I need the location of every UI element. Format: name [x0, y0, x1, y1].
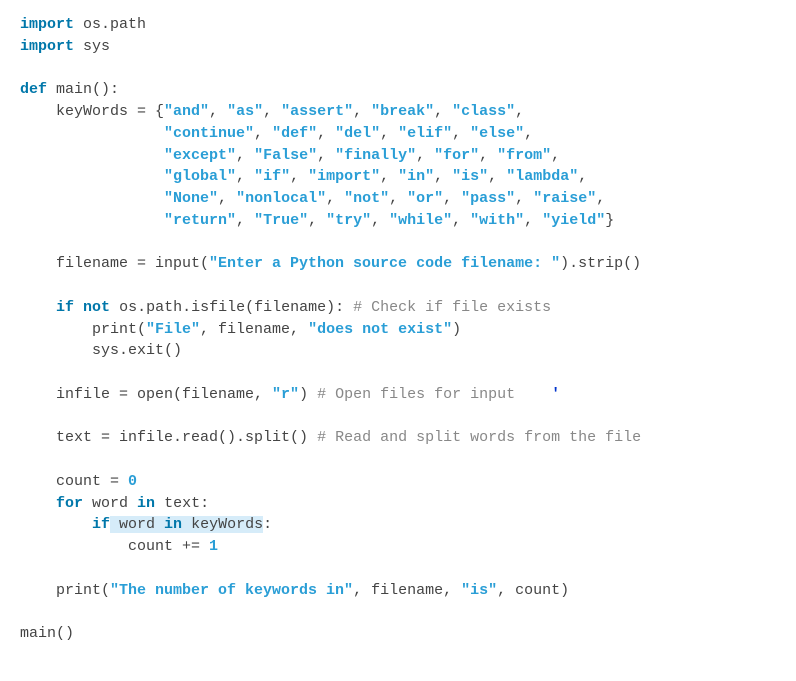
- text: ): [299, 386, 317, 403]
- string: "as": [227, 103, 263, 120]
- string: "The number of keywords in": [110, 582, 353, 599]
- string: "or": [407, 190, 443, 207]
- string: "File": [146, 321, 200, 338]
- string: "return": [164, 212, 236, 229]
- text: [20, 516, 92, 533]
- kw-in: in: [164, 516, 182, 533]
- string: "global": [164, 168, 236, 185]
- string: "else": [470, 125, 524, 142]
- text: , count): [497, 582, 569, 599]
- string: "del": [335, 125, 380, 142]
- kw-if: if: [56, 299, 74, 316]
- text: word: [83, 495, 137, 512]
- string: "finally": [335, 147, 416, 164]
- string: "while": [389, 212, 452, 229]
- comment: # Open files for input: [317, 386, 515, 403]
- string: "Enter a Python source code filename: ": [209, 255, 560, 272]
- string: "raise": [533, 190, 596, 207]
- string: "nonlocal": [236, 190, 326, 207]
- cursor-mark: ': [515, 386, 560, 403]
- string: "assert": [281, 103, 353, 120]
- kw-import: import: [20, 38, 74, 55]
- text: print(: [20, 582, 110, 599]
- string: "not": [344, 190, 389, 207]
- text: print(: [20, 321, 146, 338]
- text: sys: [74, 38, 110, 55]
- number: 0: [128, 473, 137, 490]
- text: text:: [155, 495, 209, 512]
- string: "elif": [398, 125, 452, 142]
- text: main():: [47, 81, 119, 98]
- text: ): [452, 321, 461, 338]
- string: "yield": [542, 212, 605, 229]
- string: "try": [326, 212, 371, 229]
- string: "r": [272, 386, 299, 403]
- text: [20, 125, 164, 142]
- comment: # Check if file exists: [353, 299, 551, 316]
- text: keyWords = {: [20, 103, 164, 120]
- string: "break": [371, 103, 434, 120]
- text: os.path.isfile(filename):: [110, 299, 353, 316]
- kw-for: for: [56, 495, 83, 512]
- kw-not: not: [83, 299, 110, 316]
- text: , filename,: [353, 582, 461, 599]
- string: "continue": [164, 125, 254, 142]
- text: count +=: [20, 538, 209, 555]
- text: main(): [20, 625, 74, 642]
- text: count =: [20, 473, 128, 490]
- code-block: import os.path import sys def main(): ke…: [20, 14, 776, 645]
- string: "from": [497, 147, 551, 164]
- text: }: [605, 212, 614, 229]
- selection: word in keyWords: [110, 516, 263, 533]
- kw-if: if: [92, 516, 110, 533]
- string: "does not exist": [308, 321, 452, 338]
- string: "except": [164, 147, 236, 164]
- text: ).strip(): [560, 255, 641, 272]
- string: "True": [254, 212, 308, 229]
- string: "lambda": [506, 168, 578, 185]
- string: "is": [452, 168, 488, 185]
- string: "class": [452, 103, 515, 120]
- text: , filename,: [200, 321, 308, 338]
- text: keyWords: [182, 516, 263, 533]
- comment: # Read and split words from the file: [317, 429, 641, 446]
- text: :: [263, 516, 272, 533]
- string: "pass": [461, 190, 515, 207]
- string: "None": [164, 190, 218, 207]
- text: filename = input(: [20, 255, 209, 272]
- text: sys.exit(): [20, 342, 182, 359]
- text: infile = open(filename,: [20, 386, 272, 403]
- text: [20, 147, 164, 164]
- string: "is": [461, 582, 497, 599]
- string: "with": [470, 212, 524, 229]
- text: [20, 212, 164, 229]
- number: 1: [209, 538, 218, 555]
- text: [20, 168, 164, 185]
- text: [20, 190, 164, 207]
- kw-def: def: [20, 81, 47, 98]
- kw-import: import: [20, 16, 74, 33]
- text: [20, 495, 56, 512]
- text: [20, 299, 56, 316]
- string: "in": [398, 168, 434, 185]
- string: "and": [164, 103, 209, 120]
- string: "False": [254, 147, 317, 164]
- string: "for": [434, 147, 479, 164]
- text: word: [110, 516, 164, 533]
- string: "def": [272, 125, 317, 142]
- string: "if": [254, 168, 290, 185]
- text: text = infile.read().split(): [20, 429, 317, 446]
- string: "import": [308, 168, 380, 185]
- kw-in: in: [137, 495, 155, 512]
- text: os.path: [74, 16, 146, 33]
